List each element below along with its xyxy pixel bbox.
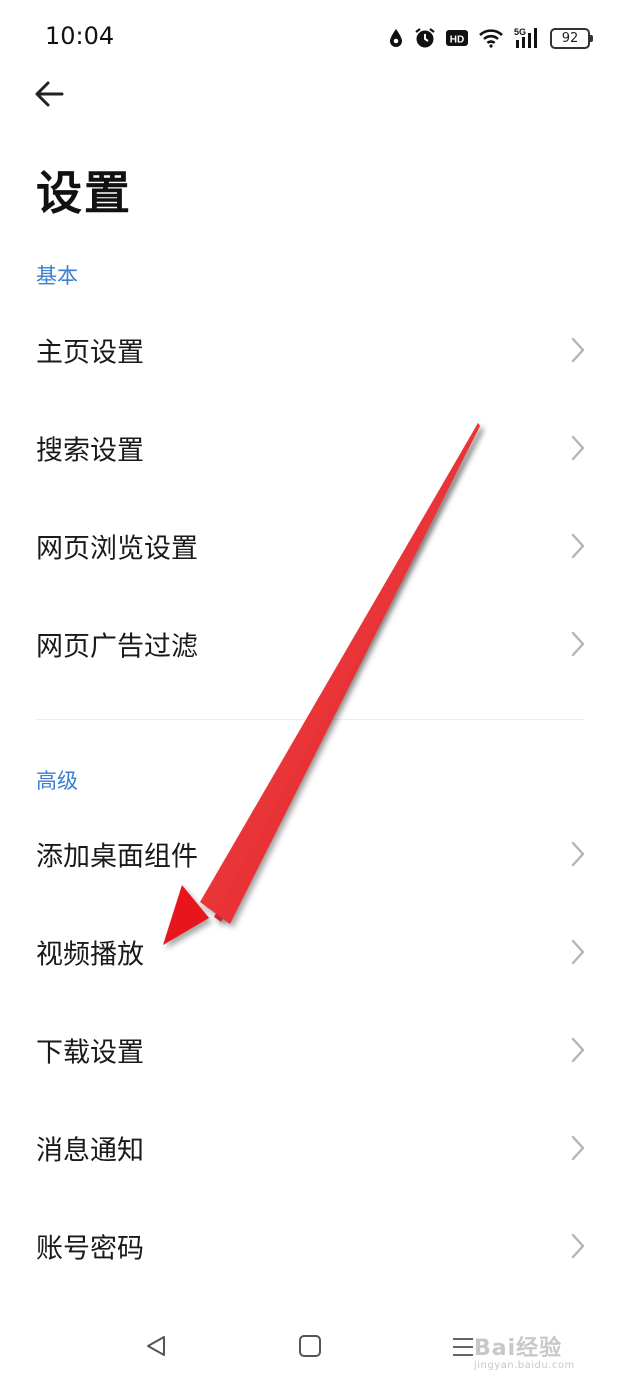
row-label: 添加桌面组件 bbox=[36, 841, 198, 873]
settings-row-browsing[interactable]: 网页浏览设置 bbox=[0, 497, 620, 595]
watermark-sub: jingyan.baidu.com bbox=[474, 1360, 575, 1371]
status-bar: 10:04 HD 5G 92 bbox=[0, 0, 620, 76]
back-button[interactable] bbox=[30, 74, 70, 114]
settings-row-ad-filter[interactable]: 网页广告过滤 bbox=[0, 595, 620, 693]
status-icons: HD 5G 92 bbox=[388, 24, 593, 52]
svg-text:5G: 5G bbox=[514, 27, 526, 37]
section-divider bbox=[36, 719, 584, 720]
settings-row-desktop-widget[interactable]: 添加桌面组件 bbox=[0, 805, 620, 903]
svg-text:HD: HD bbox=[450, 35, 464, 46]
battery-icon: 92 bbox=[550, 27, 593, 49]
settings-row-search[interactable]: 搜索设置 bbox=[0, 399, 620, 497]
signal-5g-icon: 5G bbox=[514, 27, 540, 49]
triangle-back-icon[interactable] bbox=[144, 1334, 168, 1362]
arrow-left-icon bbox=[30, 81, 70, 118]
row-label: 主页设置 bbox=[36, 337, 144, 369]
settings-row-notifications[interactable]: 消息通知 bbox=[0, 1099, 620, 1197]
row-label: 视频播放 bbox=[36, 939, 144, 971]
chevron-right-icon bbox=[571, 533, 585, 559]
row-label: 搜索设置 bbox=[36, 435, 144, 467]
settings-row-download[interactable]: 下载设置 bbox=[0, 1001, 620, 1099]
chevron-right-icon bbox=[571, 1135, 585, 1161]
chevron-right-icon bbox=[571, 939, 585, 965]
wifi-icon bbox=[478, 28, 504, 48]
baidu-watermark: Bai经验 jingyan.baidu.com bbox=[474, 1330, 575, 1371]
status-time: 10:04 bbox=[45, 22, 115, 50]
alarm-icon bbox=[414, 27, 436, 49]
chevron-right-icon bbox=[571, 1037, 585, 1063]
row-label: 网页浏览设置 bbox=[36, 533, 198, 565]
settings-row-account-password[interactable]: 账号密码 bbox=[0, 1197, 620, 1295]
watermark-main: Bai经验 bbox=[474, 1336, 563, 1361]
chevron-right-icon bbox=[571, 841, 585, 867]
section-header-basic: 基本 bbox=[36, 264, 78, 288]
settings-row-homepage[interactable]: 主页设置 bbox=[0, 301, 620, 399]
square-home-icon[interactable] bbox=[298, 1334, 322, 1362]
row-label: 账号密码 bbox=[36, 1233, 144, 1265]
settings-page: 10:04 HD 5G 92 设置 基本 主页设置 搜索设置 网页浏览设置 网页… bbox=[0, 0, 620, 1386]
hd-icon: HD bbox=[446, 29, 468, 47]
chevron-right-icon bbox=[571, 631, 585, 657]
menu-lines-icon[interactable] bbox=[451, 1336, 475, 1362]
page-title: 设置 bbox=[36, 166, 132, 220]
row-label: 消息通知 bbox=[36, 1135, 144, 1167]
chevron-right-icon bbox=[571, 435, 585, 461]
section-header-advanced: 高级 bbox=[36, 769, 78, 793]
settings-row-video-playback[interactable]: 视频播放 bbox=[0, 903, 620, 1001]
chevron-right-icon bbox=[571, 337, 585, 363]
chevron-right-icon bbox=[571, 1233, 585, 1259]
row-label: 网页广告过滤 bbox=[36, 631, 198, 663]
row-label: 下载设置 bbox=[36, 1037, 144, 1069]
water-drop-icon bbox=[388, 27, 404, 49]
